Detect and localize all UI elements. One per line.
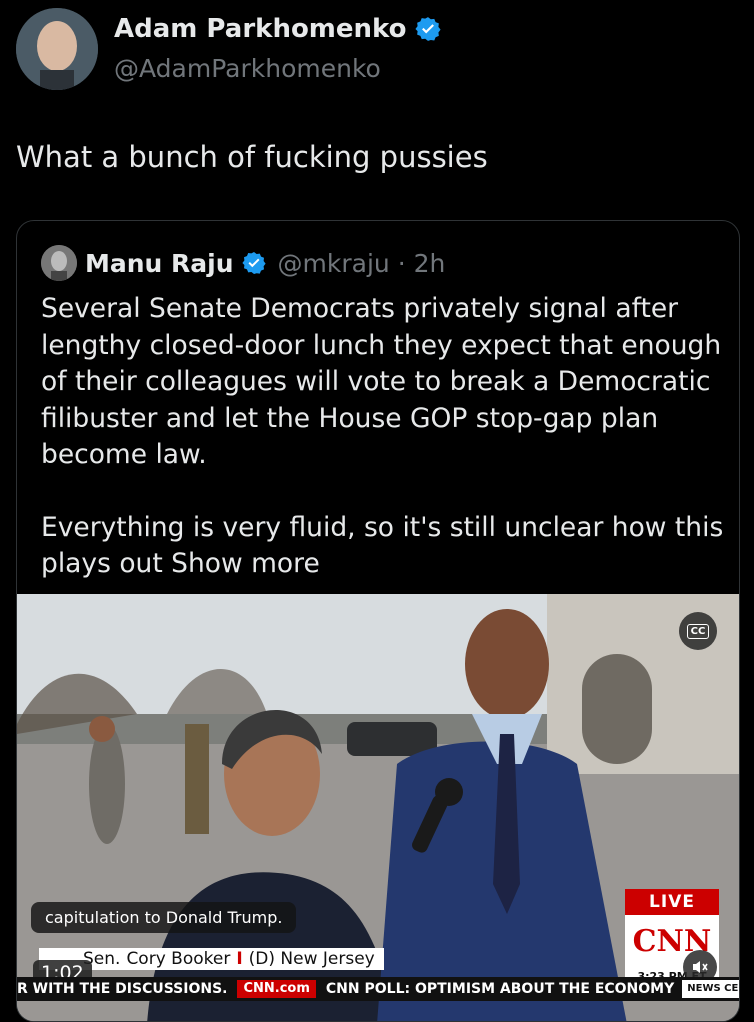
verified-badge-icon <box>241 252 266 274</box>
quoted-tweet[interactable]: Manu Raju @mkraju · 2h Several Senate De… <box>16 220 740 1022</box>
video-caption: capitulation to Donald Trump. <box>31 902 297 933</box>
author-name[interactable]: Adam Parkhomenko <box>114 14 407 44</box>
chyron-separator: I <box>236 949 243 969</box>
quoted-paragraph-2: Everything is very fluid, so it's still … <box>41 510 731 583</box>
author-handle[interactable]: @AdamParkhomenko <box>114 54 381 83</box>
quoted-text: Several Senate Democrats privately signa… <box>41 291 731 583</box>
speaker-muted-icon <box>693 961 708 973</box>
quoted-avatar-image <box>41 245 77 281</box>
quoted-handle-time[interactable]: @mkraju · 2h <box>278 249 446 278</box>
news-ticker: R WITH THE DISCUSSIONS. CNN.com CNN POLL… <box>17 977 739 1001</box>
ticker-site: CNN.com <box>237 980 316 998</box>
author-avatar[interactable] <box>16 8 98 90</box>
quoted-paragraph-2-text: Everything is very fluid, so it's still … <box>41 511 724 580</box>
quoted-author-avatar[interactable] <box>41 245 77 281</box>
show-more-link[interactable]: Show more <box>171 548 320 579</box>
chyron-name: Cory Booker <box>126 949 231 969</box>
video-player[interactable]: CC capitulation to Donald Trump. Sen. Co… <box>17 594 739 1021</box>
live-label: LIVE <box>625 889 719 915</box>
closed-captions-button[interactable]: CC <box>679 612 717 650</box>
quoted-author-name[interactable]: Manu Raju <box>85 249 234 278</box>
cc-label: CC <box>686 623 710 639</box>
tweet-header: Adam Parkhomenko @AdamParkhomenko <box>0 0 754 110</box>
author-avatar-image <box>16 8 98 90</box>
verified-badge-icon <box>414 17 441 41</box>
quoted-paragraph-1: Several Senate Democrats privately signa… <box>41 293 722 470</box>
ticker-right: NEWS CENTRAL <box>682 980 739 998</box>
ticker-headline: CNN POLL: OPTIMISM ABOUT THE ECONOMY <box>325 981 675 997</box>
ticker-left: R WITH THE DISCUSSIONS. <box>17 981 228 997</box>
tweet-text: What a bunch of fucking pussies <box>16 140 488 174</box>
chyron-state: (D) New Jersey <box>248 949 375 969</box>
